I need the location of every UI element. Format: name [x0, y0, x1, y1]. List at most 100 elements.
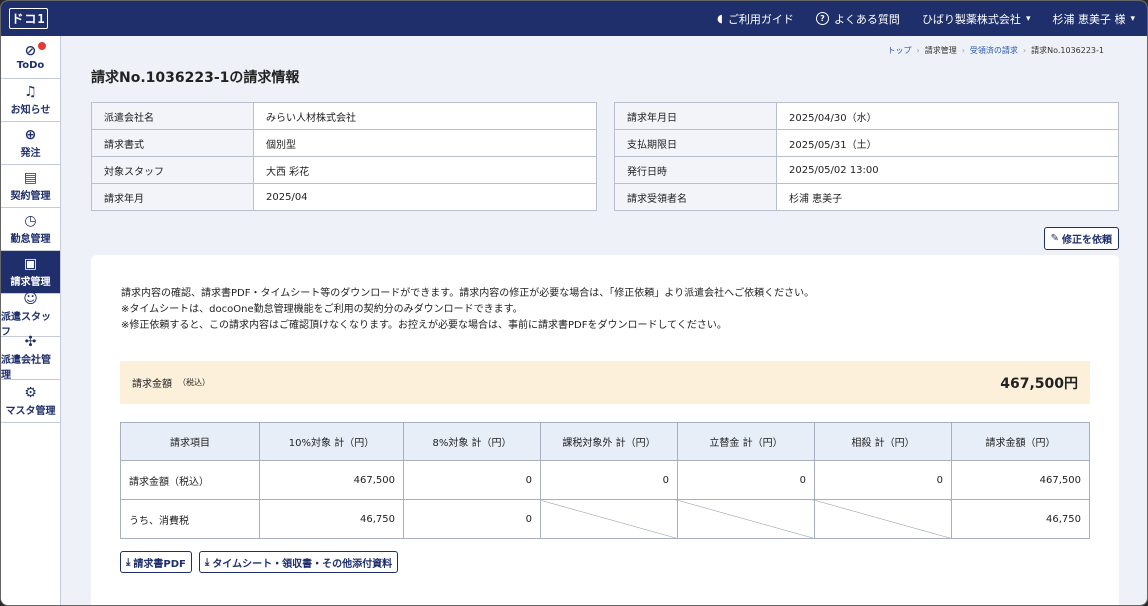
- amount-label: 請求金額: [132, 379, 172, 390]
- download-attachments-label: タイムシート・領収書・その他添付資料: [212, 558, 393, 570]
- search-person-icon: ⊕: [24, 126, 37, 143]
- sidebar-item-label: マスタ管理: [5, 405, 56, 417]
- note-line: 請求内容の確認、請求書PDF・タイムシート等のダウンロードができます。請求内容の…: [121, 288, 815, 299]
- sidebar-item-attendance[interactable]: ◷ 勤怠管理: [1, 208, 60, 251]
- request-fix-label: 修正を依頼: [1062, 235, 1112, 246]
- amount-value: 467,500円: [1000, 375, 1078, 392]
- info-value: みらい人材株式会社: [253, 102, 597, 130]
- faq-label: よくある質問: [833, 12, 900, 26]
- app-window: ドコ1 ◖ ご利用ガイド ? よくある質問 ひばり製薬株式会社 ▾ 杉浦 恵美子…: [0, 0, 1148, 606]
- chevron-down-icon: ▾: [1130, 13, 1135, 24]
- table-cell-empty: [814, 499, 952, 539]
- guide-label: ご利用ガイド: [727, 12, 794, 26]
- sidebar-item-order[interactable]: ⊕ 発注: [1, 122, 60, 165]
- sidebar-item-billing[interactable]: ▣ 請求管理: [1, 251, 60, 294]
- download-pdf-button[interactable]: ⤓ 請求書PDF: [120, 551, 192, 573]
- billing-amount-summary: 請求金額 （税込） 467,500円: [120, 361, 1090, 404]
- sidebar-item-agency[interactable]: ✣ 派遣会社管理: [1, 335, 60, 381]
- sidebar-item-label: ToDo: [16, 59, 45, 71]
- invoice-icon: ▣: [23, 255, 38, 272]
- info-value: 2025/05/02 13:00: [776, 156, 1119, 184]
- info-table-right: 請求年月日 2025/04/30（水） 支払期限日 2025/05/31（土） 発行…: [614, 102, 1119, 211]
- info-key: 支払期限日: [614, 129, 777, 157]
- sidebar-item-staff[interactable]: ☺ 派遣スタッフ: [1, 291, 60, 338]
- table-cell: 0: [677, 460, 815, 500]
- info-value: 杉浦 恵美子: [776, 183, 1119, 211]
- notes: 請求内容の確認、請求書PDF・タイムシート等のダウンロードができます。請求内容の…: [121, 286, 814, 334]
- column-header: 立替金 計（円）: [677, 422, 815, 461]
- info-key: 対象スタッフ: [91, 156, 254, 184]
- download-buttons: ⤓ 請求書PDF ⤓ タイムシート・領収書・その他添付資料: [120, 551, 399, 573]
- table-cell: 請求金額（税込）: [120, 460, 260, 500]
- check-circle-icon: ⊘: [24, 42, 37, 59]
- column-header: 10%対象 計（円）: [259, 422, 404, 461]
- table-cell: 0: [403, 460, 541, 500]
- chevron-right-icon: ›: [916, 46, 920, 55]
- people-icon: ☺: [23, 291, 38, 307]
- sidebar-item-contract[interactable]: ▤ 契約管理: [1, 165, 60, 208]
- table-header-row: 請求項目 10%対象 計（円） 8%対象 計（円） 課税対象外 計（円） 立替金…: [120, 422, 1090, 461]
- info-key: 請求受領者名: [614, 183, 777, 211]
- info-value: 2025/04/30（水）: [776, 102, 1119, 130]
- chevron-right-icon: ›: [1022, 46, 1027, 55]
- bell-icon: ♫: [24, 83, 37, 100]
- download-icon: ⤓: [126, 556, 131, 568]
- info-value: 大西 彩花: [253, 156, 597, 184]
- request-fix-button[interactable]: ✎ 修正を依頼: [1043, 227, 1119, 250]
- info-value: 個別型: [253, 129, 597, 157]
- info-key: 請求年月日: [614, 102, 777, 130]
- sidebar-item-master[interactable]: ⚙ マスタ管理: [1, 380, 60, 423]
- table-row: うち、消費税 46,750 0 46,750: [120, 499, 1090, 539]
- breadcrumb: トップ › 請求管理 › 受領済の請求 › 請求No.1036223-1: [888, 45, 1105, 56]
- sidebar-item-label: 請求管理: [10, 276, 51, 288]
- column-header: 相殺 計（円）: [814, 422, 952, 461]
- column-header: 請求金額（円）: [951, 422, 1090, 461]
- table-cell: 0: [540, 460, 678, 500]
- user-label: 杉浦 恵美子 様: [1052, 12, 1126, 26]
- note-line: ※タイムシートは、docoOne勤怠管理機能をご利用の契約分のみダウンロードでき…: [121, 304, 523, 315]
- company-label: ひばり製薬株式会社: [921, 12, 1021, 26]
- column-header: 請求項目: [120, 422, 260, 461]
- billing-breakdown-table: 請求項目 10%対象 計（円） 8%対象 計（円） 課税対象外 計（円） 立替金…: [120, 422, 1090, 539]
- sidebar-item-todo[interactable]: ⊘ ToDo: [1, 36, 60, 79]
- download-attachments-button[interactable]: ⤓ タイムシート・領収書・その他添付資料: [198, 551, 399, 573]
- notification-dot: [38, 42, 46, 50]
- sidebar-item-label: お知らせ: [10, 104, 51, 116]
- table-cell: うち、消費税: [120, 499, 260, 539]
- info-key: 請求年月: [91, 183, 254, 211]
- breadcrumb-top[interactable]: トップ: [888, 45, 912, 56]
- top-bar: ドコ1 ◖ ご利用ガイド ? よくある質問 ひばり製薬株式会社 ▾ 杉浦 恵美子…: [1, 1, 1147, 36]
- table-cell: 0: [403, 499, 541, 539]
- gear-icon: ⚙: [24, 384, 37, 401]
- table-row: 請求金額（税込） 467,500 0 0 0 0 467,500: [120, 460, 1090, 500]
- app-logo[interactable]: ドコ1: [9, 8, 48, 29]
- document-icon: ▤: [23, 169, 38, 186]
- breadcrumb-current: 請求No.1036223-1: [1031, 46, 1104, 55]
- breadcrumb-billing[interactable]: 請求管理: [925, 45, 957, 56]
- column-header: 8%対象 計（円）: [403, 422, 541, 461]
- user-dropdown[interactable]: 杉浦 恵美子 様 ▾: [1052, 11, 1135, 27]
- info-table-left: 派遣会社名 みらい人材株式会社 請求書式 個別型 対象スタッフ 大西 彩花 請求年月 2…: [91, 102, 597, 211]
- sidebar: ⊘ ToDo ♫ お知らせ ⊕ 発注 ▤ 契約管理 ◷ 勤怠管理 ▣ 請求管理 …: [1, 36, 61, 605]
- column-header: 課税対象外 計（円）: [540, 422, 678, 461]
- company-dropdown[interactable]: ひばり製薬株式会社 ▾: [922, 11, 1031, 27]
- download-icon: ⤓: [204, 556, 210, 568]
- sidebar-item-news[interactable]: ♫ お知らせ: [1, 79, 60, 122]
- sidebar-item-label: 発注: [20, 147, 41, 159]
- info-value: 2025/04: [253, 183, 597, 211]
- table-cell: 467,500: [259, 460, 404, 500]
- table-cell-empty: [677, 499, 815, 539]
- table-cell: 46,750: [951, 499, 1090, 539]
- faq-link[interactable]: ? よくある質問: [815, 11, 900, 27]
- amount-tax-note: （税込）: [178, 378, 210, 387]
- clock-icon: ◷: [24, 212, 37, 229]
- note-line: ※修正依頼すると、この請求内容はご確認頂けなくなります。お控えが必要な場合は、事…: [121, 320, 727, 331]
- info-key: 発行日時: [614, 156, 777, 184]
- table-cell: 46,750: [259, 499, 404, 539]
- main-content: トップ › 請求管理 › 受領済の請求 › 請求No.1036223-1 請求N…: [62, 36, 1147, 605]
- guide-link[interactable]: ◖ ご利用ガイド: [717, 11, 794, 27]
- table-cell-empty: [540, 499, 678, 539]
- chevron-down-icon: ▾: [1025, 13, 1031, 24]
- breadcrumb-received[interactable]: 受領済の請求: [970, 45, 1018, 56]
- billing-card: 請求内容の確認、請求書PDF・タイムシート等のダウンロードができます。請求内容の…: [91, 255, 1119, 605]
